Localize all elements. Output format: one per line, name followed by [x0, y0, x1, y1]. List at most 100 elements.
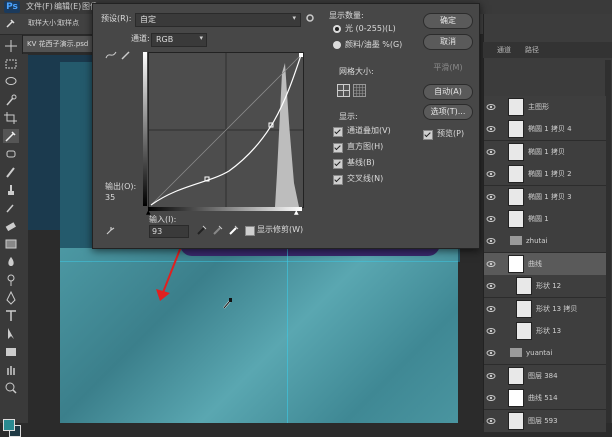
- black-eyedropper-icon[interactable]: [197, 225, 207, 235]
- layer-row[interactable]: 图层 384: [484, 364, 606, 388]
- options-button[interactable]: 选项(T)...: [423, 104, 473, 120]
- preset-select[interactable]: 自定 ▾: [135, 13, 301, 27]
- menu-file[interactable]: 文件(F): [26, 1, 53, 13]
- layer-row[interactable]: 主图形: [484, 96, 606, 119]
- hand-tool-icon[interactable]: [3, 363, 19, 377]
- layer-row[interactable]: 椭圆 1 拷贝 2: [484, 163, 606, 187]
- layer-row[interactable]: 曲线: [484, 252, 606, 276]
- layer-name: 曲线: [528, 259, 542, 268]
- curves-graph[interactable]: [148, 52, 304, 208]
- sample-size-select[interactable]: 取样点: [58, 14, 79, 32]
- brush-tool-icon[interactable]: [3, 165, 19, 179]
- auto-button[interactable]: 自动(A): [423, 84, 473, 100]
- pigment-radio[interactable]: [333, 41, 341, 49]
- channel-select[interactable]: RGB ▾: [151, 33, 207, 47]
- layer-row[interactable]: 椭圆 1: [484, 208, 606, 231]
- layer-row[interactable]: 形状 12: [484, 275, 606, 299]
- gray-eyedropper-icon[interactable]: [213, 225, 223, 235]
- cancel-button[interactable]: 取消: [423, 34, 473, 50]
- smooth-button[interactable]: 平滑(M): [423, 60, 473, 76]
- document-tab[interactable]: KV 花西子演示.psd: [23, 36, 93, 52]
- layer-name: 椭圆 1 拷贝 3: [528, 192, 572, 201]
- visibility-eye-icon[interactable]: [486, 371, 496, 381]
- visibility-eye-icon[interactable]: [486, 169, 496, 179]
- light-radio[interactable]: [333, 25, 341, 33]
- grid-detailed-icon[interactable]: [353, 84, 366, 97]
- preset-options-gear-icon[interactable]: [305, 13, 315, 23]
- stamp-tool-icon[interactable]: [3, 183, 19, 197]
- history-brush-icon[interactable]: [3, 201, 19, 215]
- layer-row[interactable]: zhutai: [484, 230, 606, 254]
- visibility-eye-icon[interactable]: [486, 304, 496, 314]
- layer-name: 形状 12: [536, 282, 562, 291]
- type-tool-icon[interactable]: [3, 309, 19, 323]
- layer-row[interactable]: 形状 13: [484, 320, 606, 343]
- eyedropper-tool-icon[interactable]: [3, 129, 19, 143]
- input-field[interactable]: 93: [149, 225, 189, 238]
- visibility-eye-icon[interactable]: [486, 326, 496, 336]
- move-tool-icon[interactable]: [3, 39, 19, 53]
- channel-overlay-checkbox[interactable]: [333, 127, 343, 137]
- preview-label: 预览(P): [437, 129, 465, 138]
- curve-edit-points-icon[interactable]: [105, 50, 117, 60]
- layer-name: 椭圆 1: [528, 215, 549, 223]
- visibility-eye-icon[interactable]: [486, 214, 496, 224]
- layer-row[interactable]: 曲线 514: [484, 387, 606, 411]
- layer-thumbnail: [508, 254, 524, 273]
- layer-row[interactable]: yuantai: [484, 342, 606, 366]
- visibility-eye-icon[interactable]: [486, 259, 496, 269]
- folder-icon: [510, 348, 522, 358]
- visibility-eye-icon[interactable]: [486, 192, 496, 202]
- path-select-icon[interactable]: [3, 327, 19, 341]
- layer-name: yuantai: [526, 349, 553, 358]
- visibility-eye-icon[interactable]: [486, 147, 496, 157]
- layer-row[interactable]: 图层 593: [484, 409, 606, 433]
- zoom-tool-icon[interactable]: [3, 381, 19, 395]
- white-eyedropper-icon[interactable]: [229, 225, 239, 235]
- foreground-color-swatch[interactable]: [3, 419, 15, 431]
- white-point-slider[interactable]: ▲: [294, 209, 299, 216]
- visibility-eye-icon[interactable]: [486, 124, 496, 134]
- dodge-tool-icon[interactable]: [3, 273, 19, 287]
- pen-tool-icon[interactable]: [3, 291, 19, 305]
- canvas-marble-area[interactable]: [60, 248, 458, 423]
- output-value[interactable]: 35: [105, 192, 115, 204]
- visibility-eye-icon[interactable]: [486, 348, 496, 358]
- pencil-icon[interactable]: [121, 50, 131, 60]
- layer-row[interactable]: 椭圆 1 拷贝 4: [484, 118, 606, 142]
- layer-row[interactable]: 形状 13 拷贝: [484, 297, 606, 321]
- gradient-tool-icon[interactable]: [3, 237, 19, 251]
- layer-row[interactable]: 椭圆 1 拷贝 3: [484, 185, 606, 209]
- lasso-tool-icon[interactable]: [3, 75, 19, 89]
- visibility-eye-icon[interactable]: [486, 393, 496, 403]
- visibility-eye-icon[interactable]: [486, 102, 496, 112]
- layer-name: zhutai: [526, 237, 548, 246]
- tab-channels[interactable]: 通道: [497, 45, 511, 55]
- eyedropper-tool-icon[interactable]: [6, 18, 16, 28]
- show-clipping-checkbox[interactable]: [245, 226, 255, 236]
- crop-tool-icon[interactable]: [3, 111, 19, 125]
- menu-edit[interactable]: 编辑(E): [54, 1, 81, 13]
- curve-point[interactable]: [299, 53, 303, 57]
- blur-tool-icon[interactable]: [3, 255, 19, 269]
- healing-brush-icon[interactable]: [3, 147, 19, 161]
- layer-row[interactable]: 椭圆 1 拷贝: [484, 140, 606, 164]
- intersection-line-checkbox[interactable]: [333, 175, 343, 185]
- histogram-checkbox[interactable]: [333, 143, 343, 153]
- preview-checkbox[interactable]: [423, 130, 433, 140]
- quick-select-icon[interactable]: [3, 93, 19, 107]
- tab-paths[interactable]: 路径: [525, 45, 539, 55]
- grid-simple-icon[interactable]: [337, 84, 350, 97]
- visibility-eye-icon[interactable]: [486, 236, 496, 246]
- guide-line-horizontal: [60, 261, 458, 262]
- layer-thumbnail: [516, 322, 532, 340]
- baseline-checkbox[interactable]: [333, 159, 343, 169]
- targeted-adjust-hand-icon[interactable]: [105, 226, 117, 236]
- channel-value: RGB: [156, 35, 174, 44]
- visibility-eye-icon[interactable]: [486, 416, 496, 426]
- eraser-tool-icon[interactable]: [3, 219, 19, 233]
- visibility-eye-icon[interactable]: [486, 281, 496, 291]
- shape-tool-icon[interactable]: [3, 345, 19, 359]
- ok-button[interactable]: 确定: [423, 13, 473, 29]
- marquee-tool-icon[interactable]: [3, 57, 19, 71]
